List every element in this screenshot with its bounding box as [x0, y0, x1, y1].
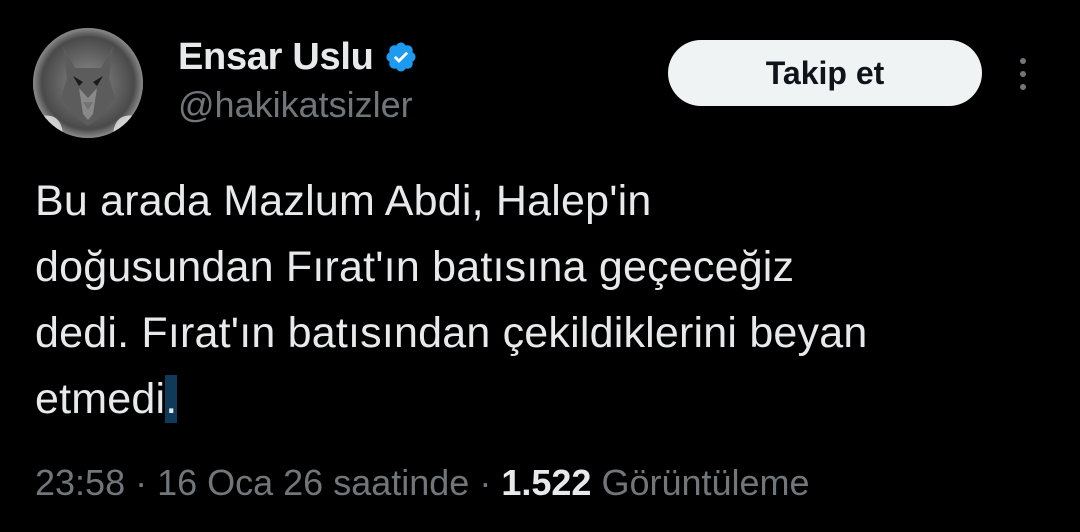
tweet-line: doğusundan Fırat'ın batısına geçeceğiz — [35, 243, 795, 291]
tweet-metadata: 23:58 · 16 Oca 26 saatinde · 1.522 Görün… — [35, 462, 810, 504]
tweet-date[interactable]: 16 Oca 26 saatinde — [157, 462, 469, 503]
text-selection[interactable]: . — [165, 375, 178, 423]
tweet-text: Bu arada Mazlum Abdi, Halep'in doğusunda… — [35, 168, 1045, 432]
tweet-line: dedi. Fırat'ın batısından çekildiklerini… — [35, 309, 868, 357]
more-dot — [1020, 71, 1026, 77]
more-dot — [1020, 58, 1026, 64]
separator: · — [469, 462, 502, 503]
verified-badge-icon — [386, 42, 416, 72]
more-vertical-icon[interactable] — [1008, 52, 1038, 96]
follow-button[interactable]: Takip et — [668, 40, 982, 106]
separator: · — [125, 462, 158, 503]
tweet-line: Bu arada Mazlum Abdi, Halep'in — [35, 177, 652, 225]
avatar[interactable] — [33, 28, 143, 138]
more-dot — [1020, 84, 1026, 90]
display-name[interactable]: Ensar Uslu — [178, 36, 374, 79]
tweet-line-last: etmedi. — [35, 366, 1045, 432]
tweet-time[interactable]: 23:58 — [35, 462, 125, 503]
views-count[interactable]: 1.522 — [501, 462, 591, 503]
tweet-line: etmedi — [35, 375, 166, 423]
views-label[interactable]: Görüntüleme — [601, 462, 809, 503]
author-header: Ensar Uslu — [178, 34, 418, 80]
user-handle[interactable]: @hakikatsizler — [178, 84, 413, 126]
wolf-avatar-image — [33, 28, 143, 138]
